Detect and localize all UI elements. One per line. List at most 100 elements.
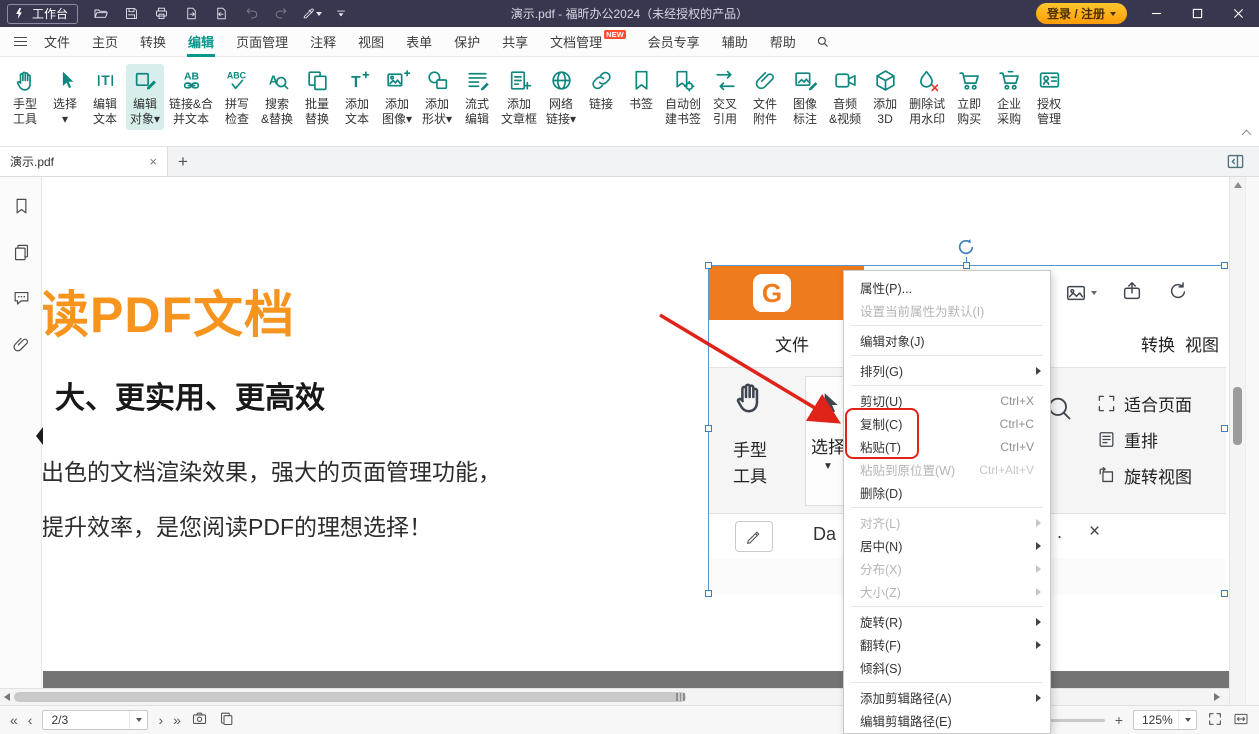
previous-page-button[interactable]: ‹ <box>28 712 33 728</box>
ribbon-edit-text[interactable]: T编辑 文本 <box>86 64 124 130</box>
selection-handle-top-right[interactable] <box>1221 262 1228 269</box>
redo-icon[interactable] <box>270 4 292 24</box>
menu-tab-doc-manage[interactable]: 文档管理NEW <box>539 27 637 57</box>
search-icon[interactable] <box>815 34 830 49</box>
fit-width-icon[interactable] <box>1233 711 1249 730</box>
ribbon-cross-reference[interactable]: 交叉 引用 <box>706 64 744 130</box>
collapse-sidebar-arrow-icon[interactable] <box>36 427 43 445</box>
menu-tab-home[interactable]: 主页 <box>81 27 129 57</box>
ctx-item-properties[interactable]: 属性(P)... <box>844 276 1050 299</box>
scrollbar-grip-icon[interactable] <box>676 693 685 701</box>
ribbon-license-management[interactable]: 授权 管理 <box>1030 64 1068 130</box>
highlighter-tool-icon[interactable] <box>300 4 322 24</box>
open-file-icon[interactable] <box>90 4 112 24</box>
ribbon-web-link[interactable]: 网络 链接▾ <box>542 64 580 130</box>
ctx-item-size[interactable]: 大小(Z) <box>844 580 1050 603</box>
page-number-dropdown[interactable]: 2/3 <box>42 710 148 730</box>
menu-tab-accessibility[interactable]: 辅助 <box>711 27 759 57</box>
ctx-item-paste-in-place[interactable]: 粘贴到原位置(W)Ctrl+Alt+V <box>844 458 1050 481</box>
ribbon-add-image[interactable]: 添加 图像▾ <box>378 64 416 130</box>
ctx-item-add-clip-path[interactable]: 添加剪辑路径(A) <box>844 686 1050 709</box>
vertical-scrollbar[interactable] <box>1229 177 1245 705</box>
maximize-button[interactable] <box>1177 0 1218 27</box>
document-tab[interactable]: 演示.pdf × <box>0 147 168 176</box>
ribbon-flow-edit[interactable]: 流式 编辑 <box>458 64 496 130</box>
ribbon-batch-replace[interactable]: 批量 替换 <box>298 64 336 130</box>
ribbon-bookmark[interactable]: 书签 <box>622 64 660 115</box>
zoom-level-dropdown[interactable]: 125% <box>1133 710 1197 730</box>
ribbon-enterprise-purchase[interactable]: 企业 采购 <box>990 64 1028 130</box>
ribbon-add-article-box[interactable]: 添加 文章框 <box>498 64 540 130</box>
ctx-item-center[interactable]: 居中(N) <box>844 534 1050 557</box>
fit-screen-icon[interactable] <box>1207 711 1223 730</box>
ribbon-link[interactable]: 链接 <box>582 64 620 115</box>
undo-icon[interactable] <box>240 4 262 24</box>
menu-tab-view[interactable]: 视图 <box>347 27 395 57</box>
last-page-button[interactable]: » <box>173 712 181 728</box>
selection-handle-bottom-right[interactable] <box>1221 590 1228 597</box>
ribbon-add-3d[interactable]: 添加 3D <box>866 64 904 130</box>
clipboard-icon[interactable] <box>218 710 235 730</box>
collapse-ribbon-icon[interactable] <box>1242 130 1252 140</box>
scroll-right-arrow-icon[interactable] <box>1214 693 1220 701</box>
login-register-button[interactable]: 登录 / 注册 <box>1036 3 1127 24</box>
menu-tab-member[interactable]: 会员专享 <box>637 27 711 57</box>
ctx-item-distribute[interactable]: 分布(X) <box>844 557 1050 580</box>
selection-handle-top-left[interactable] <box>705 262 712 269</box>
menu-tab-edit[interactable]: 编辑 <box>177 27 225 57</box>
first-page-button[interactable]: « <box>10 712 18 728</box>
ctx-item-flip[interactable]: 翻转(F) <box>844 633 1050 656</box>
ctx-item-delete[interactable]: 删除(D) <box>844 481 1050 504</box>
selection-handle-mid-right[interactable] <box>1221 425 1228 432</box>
attachments-panel-button[interactable] <box>0 331 42 357</box>
ribbon-search-replace[interactable]: A搜索 &替换 <box>258 64 296 130</box>
ribbon-auto-bookmark[interactable]: 自动创 建书签 <box>662 64 704 130</box>
ctx-item-shear[interactable]: 倾斜(S) <box>844 656 1050 679</box>
save-icon[interactable] <box>120 4 142 24</box>
rotation-handle-icon[interactable] <box>957 238 975 261</box>
zoom-in-button[interactable]: + <box>1115 712 1123 728</box>
scroll-left-arrow-icon[interactable] <box>4 693 10 701</box>
ctx-item-arrange[interactable]: 排列(G) <box>844 359 1050 382</box>
print-icon[interactable] <box>150 4 172 24</box>
menu-tab-protect[interactable]: 保护 <box>443 27 491 57</box>
ctx-item-rotate[interactable]: 旋转(R) <box>844 610 1050 633</box>
pages-panel-button[interactable] <box>0 239 42 265</box>
selection-handle-top-center[interactable] <box>963 262 970 269</box>
menu-tab-comment[interactable]: 注释 <box>299 27 347 57</box>
ribbon-buy-now[interactable]: 立即 购买 <box>950 64 988 130</box>
menu-tab-help[interactable]: 帮助 <box>759 27 807 57</box>
ctx-item-edit-object[interactable]: 编辑对象(J) <box>844 329 1050 352</box>
hamburger-icon[interactable] <box>14 37 27 47</box>
ribbon-remove-trial-watermark[interactable]: 删除试 用水印 <box>906 64 948 130</box>
comments-panel-button[interactable] <box>0 285 42 311</box>
menu-tab-convert[interactable]: 转换 <box>129 27 177 57</box>
customize-toolbar-icon[interactable] <box>330 4 352 24</box>
create-pdf-icon[interactable] <box>180 4 202 24</box>
ribbon-add-text[interactable]: T添加 文本 <box>338 64 376 130</box>
ribbon-link-merge-text[interactable]: AB链接&合 并文本 <box>166 64 216 130</box>
close-button[interactable] <box>1218 0 1259 27</box>
convert-pdf-icon[interactable] <box>210 4 232 24</box>
zoom-dropdown-caret[interactable] <box>1178 711 1196 729</box>
menu-tab-file[interactable]: 文件 <box>33 27 81 57</box>
ribbon-edit-object[interactable]: 编辑 对象▾ <box>126 64 164 130</box>
selection-handle-bottom-left[interactable] <box>705 590 712 597</box>
menu-tab-form[interactable]: 表单 <box>395 27 443 57</box>
workspace-button[interactable]: 工作台 <box>7 4 78 24</box>
ctx-item-align[interactable]: 对齐(L) <box>844 511 1050 534</box>
ribbon-spell-check[interactable]: ABC拼写 检查 <box>218 64 256 130</box>
ribbon-select[interactable]: 选择 ▾ <box>46 64 84 130</box>
ribbon-audio-video[interactable]: 音频 &视频 <box>826 64 864 130</box>
ribbon-hand-tool[interactable]: 手型 工具 <box>6 64 44 130</box>
ribbon-add-shape[interactable]: 添加 形状▾ <box>418 64 456 130</box>
new-tab-button[interactable]: + <box>168 147 198 176</box>
ribbon-file-attachment[interactable]: 文件 附件 <box>746 64 784 130</box>
snapshot-icon[interactable] <box>191 710 208 730</box>
ribbon-image-annotation[interactable]: 图像 标注 <box>786 64 824 130</box>
horizontal-scrollbar-thumb[interactable] <box>14 692 686 702</box>
tab-close-icon[interactable]: × <box>149 154 157 169</box>
minimize-button[interactable] <box>1136 0 1177 27</box>
panel-toggle-icon[interactable] <box>1226 152 1245 176</box>
ctx-item-set-default-properties[interactable]: 设置当前属性为默认(I) <box>844 299 1050 322</box>
